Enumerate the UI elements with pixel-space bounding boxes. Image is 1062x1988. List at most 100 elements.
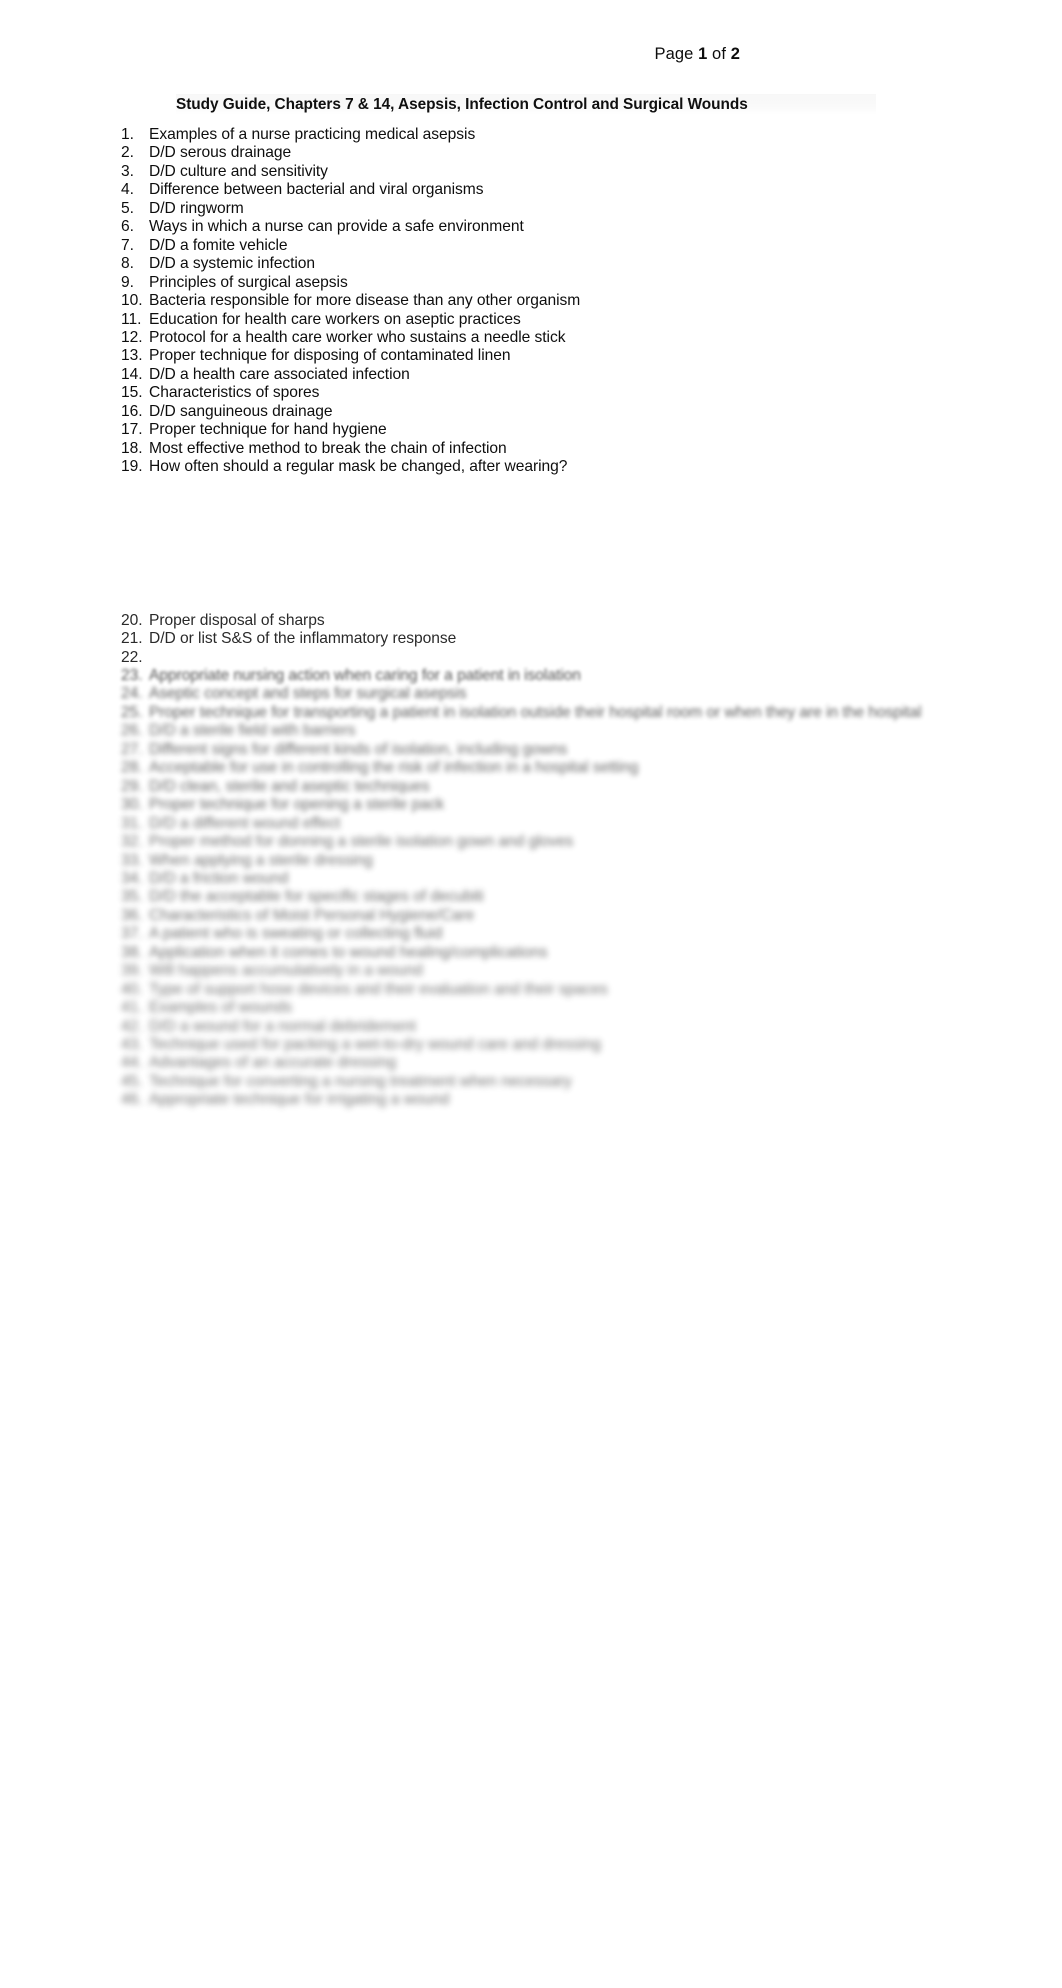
- list-item-text: Acceptable for use in controlling the ri…: [149, 759, 639, 777]
- list-item-text: D/D a fomite vehicle: [149, 236, 288, 254]
- list-item-text: When applying a sterile dressing: [149, 851, 373, 869]
- list-item: 22.: [118, 649, 918, 667]
- list-item-text: Proper disposal of sharps: [149, 611, 325, 629]
- list-item: 10. Bacteria responsible for more disease…: [118, 292, 918, 310]
- list-item-text: Bacteria responsible for more disease th…: [149, 292, 581, 310]
- list-item-text: Protocol for a health care worker who su…: [149, 328, 566, 346]
- list-item-marker: 17.: [121, 421, 143, 439]
- list-item: 7. D/D a fomite vehicle: [118, 237, 918, 255]
- list-item: 4. Difference between bacterial and viral…: [118, 181, 918, 199]
- list-item: 32. Proper method for donning a sterile i…: [118, 833, 918, 851]
- list-item-text: Education for health care workers on ase…: [149, 310, 521, 328]
- list-item: 27. Different signs for different kinds o…: [118, 741, 918, 759]
- list-item-marker: 13.: [121, 347, 143, 365]
- blurred-content-zone: 20. Proper disposal of sharps 21. D/D or li…: [118, 612, 922, 1110]
- list-item: 20. Proper disposal of sharps: [118, 612, 918, 630]
- list-item: 24. Aseptic concept and steps for surgica…: [118, 685, 918, 703]
- list-item-text: Examples of a nurse practicing medical a…: [149, 126, 476, 143]
- list-item-text: A patient who is sweating or collecting …: [149, 925, 443, 943]
- list-item-marker: 5.: [121, 199, 134, 217]
- list-item-marker: 31.: [121, 814, 143, 832]
- list-item-marker: 2.: [121, 144, 134, 162]
- list-item-text: Technique for converting a nursing treat…: [149, 1072, 572, 1090]
- page-header: Page 1 of 2: [0, 44, 1062, 64]
- list-item-marker: 16.: [121, 402, 143, 420]
- list-item: 34. D/D a friction wound: [118, 870, 918, 888]
- list-item: 29. D/D clean, sterile and aseptic techni…: [118, 778, 918, 796]
- list-item-text: D/D or list S&S of the inflammatory resp…: [149, 630, 457, 648]
- list-item: 45. Technique for converting a nursing tr…: [118, 1073, 918, 1091]
- list-item: 13. Proper technique for disposing of con…: [118, 347, 918, 365]
- list-item-marker: 38.: [121, 943, 143, 961]
- list-item-marker: 42.: [121, 1017, 143, 1035]
- list-item-marker: 41.: [121, 999, 143, 1017]
- list-item-marker: 45.: [121, 1072, 143, 1090]
- page-header-middle: of: [707, 45, 731, 63]
- list-item-text: Application when it comes to wound heali…: [149, 943, 548, 961]
- list-item-text: Most effective method to break the chain…: [149, 439, 507, 457]
- list-item-text: Examples of wounds: [149, 999, 292, 1017]
- list-item-marker: 36.: [121, 906, 143, 924]
- list-item-marker: 9.: [121, 273, 134, 291]
- list-item: 11. Education for health care workers on …: [118, 311, 918, 329]
- study-guide-list: 1. Examples of a nurse practicing medical…: [118, 126, 922, 1110]
- list-item-marker: 18.: [121, 439, 143, 457]
- list-item: 37. A patient who is sweating or collecti…: [118, 925, 918, 943]
- list-item-marker: 25.: [121, 703, 143, 721]
- list-item: 12. Protocol for a health care worker who…: [118, 329, 918, 347]
- list-item: 41. Examples of wounds: [118, 999, 918, 1017]
- list-item: 43. Technique used for packing a wet-to-d…: [118, 1036, 918, 1054]
- list-item-text: Proper technique for opening a sterile p…: [149, 796, 445, 814]
- page-number: 1: [698, 45, 708, 63]
- list-item: 19. How often should a regular mask be ch…: [118, 458, 918, 476]
- list-item: 8. D/D a systemic infection: [118, 255, 918, 273]
- list-item: 31. D/D a different wound effect: [118, 815, 918, 833]
- list-item: 44. Advantages of an accurate dressing: [118, 1054, 918, 1072]
- list-item-marker: 6.: [121, 218, 134, 236]
- list-item-text: Characteristics of Moist Personal Hygien…: [149, 906, 475, 924]
- list-item: 2. D/D serous drainage: [118, 144, 918, 162]
- list-item-text: Advantages of an accurate dressing: [149, 1054, 397, 1072]
- list-item-text: Technique used for packing a wet-to-dry …: [149, 1036, 601, 1054]
- list-item-marker: 43.: [121, 1036, 143, 1054]
- list-item: 39. Will happens accumulatively in a woun…: [118, 962, 918, 980]
- list-item-text: D/D culture and sensitivity: [149, 162, 328, 180]
- list-item-marker: 32.: [121, 833, 143, 851]
- list-item: 5. D/D ringworm: [118, 200, 918, 218]
- list-item-text: D/D ringworm: [149, 199, 244, 217]
- document-title: Study Guide, Chapters 7 & 14, Asepsis, I…: [176, 94, 876, 115]
- list-item-marker: 21.: [121, 630, 143, 648]
- list-item-text: Type of support hose devices and their e…: [149, 980, 608, 998]
- list-item: 9. Principles of surgical asepsis: [118, 274, 918, 292]
- list-item: 17. Proper technique for hand hygiene: [118, 421, 918, 439]
- list-item-marker: 14.: [121, 365, 143, 383]
- list-item: 38. Application when it comes to wound he…: [118, 944, 918, 962]
- list-item: 1. Examples of a nurse practicing medical…: [118, 126, 918, 144]
- list-item: 3. D/D culture and sensitivity: [118, 163, 918, 181]
- list-item: 18. Most effective method to break the ch…: [118, 440, 918, 458]
- list-item-marker: 23.: [121, 666, 143, 684]
- list-item-marker: 40.: [121, 980, 143, 998]
- list-item-marker: 44.: [121, 1054, 143, 1072]
- list-item-marker: 11.: [121, 310, 142, 328]
- list-item: 30. Proper technique for opening a steril…: [118, 796, 918, 814]
- document-page: Page 1 of 2 Study Guide, Chapters 7 & 14…: [0, 0, 1062, 1988]
- list-item: 21. D/D or list S&S of the inflammatory r…: [118, 630, 918, 648]
- list-item-marker: 20.: [121, 611, 143, 629]
- list-item: 42. D/D a wound for a normal debridement: [118, 1018, 918, 1036]
- list-item-marker: 39.: [121, 962, 143, 980]
- list-item-marker: 26.: [121, 722, 143, 740]
- list-item: 25. Proper technique for transporting a p…: [118, 703, 922, 722]
- list-item: 40. Type of support hose devices and thei…: [118, 981, 918, 999]
- list-item-text: Proper technique for transporting a pati…: [149, 703, 922, 721]
- page-header-prefix: Page: [654, 45, 699, 63]
- list-item: 16. D/D sanguineous drainage: [118, 403, 918, 421]
- list-item-text: Characteristics of spores: [149, 384, 320, 402]
- list-item: 35. D/D the acceptable for specific stage…: [118, 888, 918, 906]
- total-pages: 2: [730, 45, 740, 63]
- list-item: 26. D/D a sterile field with barriers: [118, 722, 918, 740]
- list-item-marker: 19.: [121, 458, 143, 476]
- list-item: 28. Acceptable for use in controlling the…: [118, 759, 918, 777]
- list-item-text: Ways in which a nurse can provide a safe…: [149, 218, 524, 236]
- list-item-text: Difference between bacterial and viral o…: [149, 181, 484, 199]
